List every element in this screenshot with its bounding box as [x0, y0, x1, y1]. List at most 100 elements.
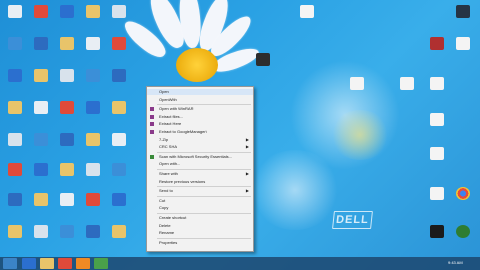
desktop-icon[interactable] — [108, 162, 130, 186]
app-icon — [112, 193, 126, 206]
desktop-icon[interactable] — [108, 224, 130, 248]
submenu-arrow-icon: ▶ — [245, 136, 249, 142]
menu-item[interactable]: Copy — [147, 205, 253, 211]
menu-item-label: Open — [159, 89, 169, 94]
desktop-icon[interactable] — [30, 100, 52, 124]
desktop-icon-document[interactable] — [346, 76, 368, 100]
desktop-icon[interactable] — [4, 192, 26, 216]
menu-item[interactable]: Cut — [147, 198, 253, 204]
desktop-icon-document[interactable] — [296, 4, 318, 28]
menu-separator — [157, 104, 251, 106]
menu-item[interactable]: Properties — [147, 240, 253, 246]
menu-item[interactable]: CRC SHA ▶ — [147, 144, 253, 150]
desktop-icon[interactable] — [108, 68, 130, 92]
app-icon — [86, 163, 100, 176]
desktop-icon[interactable] — [4, 36, 26, 60]
media-taskbar-button[interactable] — [76, 258, 90, 269]
desktop-icon[interactable] — [30, 36, 52, 60]
desktop-icon[interactable] — [30, 132, 52, 156]
app-icon — [34, 5, 48, 18]
desktop-icon-document[interactable] — [426, 112, 448, 136]
desktop-icon[interactable] — [30, 4, 52, 28]
desktop-icon[interactable] — [30, 192, 52, 216]
menu-item[interactable]: Send to ▶ — [147, 188, 253, 194]
menu-item[interactable]: Extract files... — [147, 114, 253, 120]
app-icon — [8, 101, 22, 114]
menu-item[interactable]: Open — [147, 89, 253, 95]
app-icon — [112, 5, 126, 18]
desktop-icon[interactable] — [108, 132, 130, 156]
desktop-icon[interactable] — [82, 36, 104, 60]
desktop-icon[interactable] — [56, 4, 78, 28]
desktop-icon[interactable] — [30, 162, 52, 186]
desktop-icon[interactable] — [30, 224, 52, 248]
app-icon — [60, 193, 74, 206]
desktop-icon[interactable] — [56, 36, 78, 60]
desktop-icon[interactable] — [56, 162, 78, 186]
tray-time[interactable]: 9:43 AM — [448, 260, 463, 265]
desktop-icon[interactable] — [82, 132, 104, 156]
menu-item[interactable]: 7-Zip ▶ — [147, 137, 253, 143]
menu-item[interactable]: Share with ▶ — [147, 171, 253, 177]
desktop-icon[interactable] — [4, 4, 26, 28]
app-icon — [112, 101, 126, 114]
desktop-icon-app[interactable] — [452, 224, 474, 248]
desktop-icon[interactable] — [56, 192, 78, 216]
desktop-icon-chrome[interactable] — [452, 186, 474, 210]
explorer-taskbar-button[interactable] — [40, 258, 54, 269]
desktop-icon[interactable] — [108, 192, 130, 216]
chrome-taskbar-button[interactable] — [58, 258, 72, 269]
desktop-icon-document[interactable] — [396, 76, 418, 100]
desktop-icon[interactable] — [82, 224, 104, 248]
menu-item[interactable]: Extract to GoogleManager\ — [147, 129, 253, 135]
desktop-icon-document[interactable] — [426, 76, 448, 100]
desktop-icon[interactable] — [82, 4, 104, 28]
menu-item[interactable]: OpenWith — [147, 97, 253, 103]
desktop-icon[interactable] — [108, 4, 130, 28]
app-taskbar-button[interactable] — [94, 258, 108, 269]
desktop-icon[interactable] — [82, 162, 104, 186]
app-icon — [60, 101, 74, 114]
desktop-icon[interactable] — [30, 68, 52, 92]
menu-item[interactable]: Delete — [147, 223, 253, 229]
desktop-icon[interactable] — [4, 132, 26, 156]
desktop-icon[interactable] — [56, 68, 78, 92]
start-button[interactable] — [3, 258, 17, 269]
desktop-icon-archive[interactable] — [426, 36, 448, 60]
menu-item-label: 7-Zip — [159, 136, 169, 142]
desktop-icon-folder[interactable] — [452, 4, 474, 28]
menu-item[interactable]: Scan with Microsoft Security Essentials.… — [147, 154, 253, 160]
menu-item[interactable]: Create shortcut — [147, 215, 253, 221]
app-icon — [34, 133, 48, 146]
taskbar: 9:43 AM — [0, 257, 480, 270]
app-icon — [86, 133, 100, 146]
menu-item-label: Rename — [159, 230, 175, 236]
desktop-icon[interactable] — [82, 68, 104, 92]
desktop-icon[interactable] — [4, 100, 26, 124]
menu-item[interactable]: Open with WinRAR — [147, 106, 253, 112]
menu-item[interactable]: Rename — [147, 230, 253, 236]
desktop-icon[interactable] — [82, 100, 104, 124]
menu-item[interactable]: Extract Here — [147, 121, 253, 127]
desktop-icon[interactable] — [4, 68, 26, 92]
desktop-icon-document[interactable] — [426, 186, 448, 210]
desktop-icon[interactable] — [108, 36, 130, 60]
dell-logo: DELL — [332, 211, 373, 229]
desktop-icon-document[interactable] — [426, 146, 448, 170]
desktop-icon[interactable] — [4, 224, 26, 248]
desktop-icon[interactable] — [108, 100, 130, 124]
app-icon — [112, 163, 126, 176]
menu-item[interactable]: Open with... — [147, 161, 253, 167]
desktop-icon-document[interactable] — [452, 36, 474, 60]
desktop-icon[interactable] — [82, 192, 104, 216]
desktop-icon[interactable] — [4, 162, 26, 186]
desktop-icon[interactable] — [56, 224, 78, 248]
desktop-icon[interactable] — [56, 100, 78, 124]
desktop-icon-app[interactable] — [426, 224, 448, 248]
menu-separator — [157, 186, 251, 188]
desktop-icon[interactable] — [56, 132, 78, 156]
app-icon — [60, 69, 74, 82]
ie-taskbar-button[interactable] — [22, 258, 36, 269]
desktop-icon-archive[interactable] — [252, 52, 274, 76]
menu-item[interactable]: Restore previous versions — [147, 179, 253, 185]
